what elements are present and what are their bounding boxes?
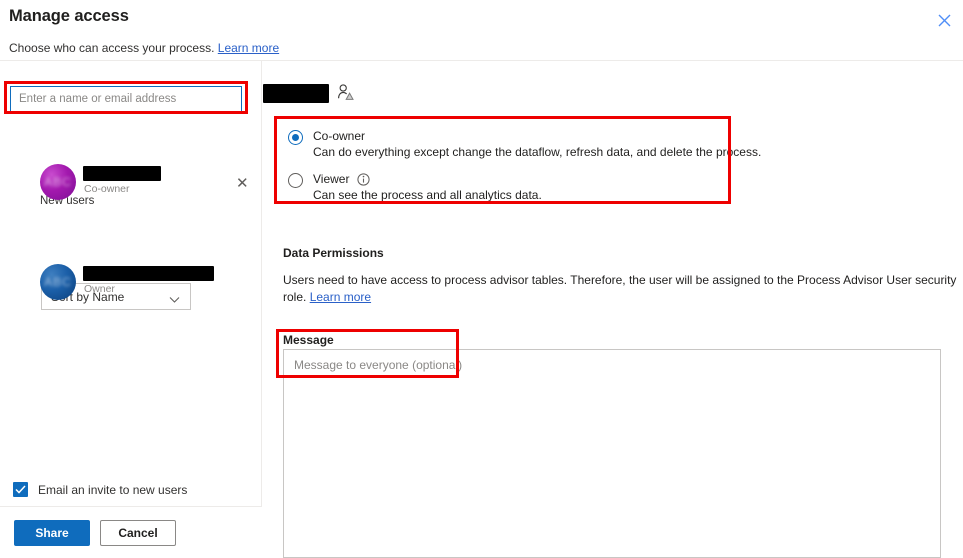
dialog-actions: Share Cancel	[14, 520, 176, 546]
avatar-initials: ABC	[44, 275, 72, 289]
data-permissions-body: Users need to have access to process adv…	[283, 272, 962, 306]
avatar: ABC	[40, 264, 76, 300]
remove-user-button[interactable]: ✕	[236, 176, 249, 191]
data-permissions-title: Data Permissions	[283, 246, 384, 260]
redacted-user-name	[83, 166, 161, 181]
share-button[interactable]: Share	[14, 520, 90, 546]
permission-description: Can see the process and all analytics da…	[313, 188, 542, 202]
list-item[interactable]: ABC Co-owner ✕	[40, 164, 255, 204]
redacted-target-name	[263, 84, 329, 103]
person-warning-icon	[337, 84, 354, 106]
search-input[interactable]	[10, 86, 242, 112]
radio-co-owner[interactable]	[288, 130, 303, 145]
message-textarea[interactable]	[283, 349, 941, 558]
subtitle-text: Choose who can access your process.	[9, 41, 215, 55]
user-role: Owner	[84, 283, 115, 295]
avatar-initials: ABC	[44, 175, 72, 189]
left-panel: New users ABC Co-owner ✕ Sort by Name AB…	[0, 61, 262, 473]
message-label: Message	[283, 333, 334, 347]
email-invite-checkbox[interactable]: Email an invite to new users	[13, 482, 187, 497]
email-invite-label: Email an invite to new users	[38, 482, 188, 497]
page-title: Manage access	[9, 7, 129, 25]
dialog-header: Manage access Choose who can access your…	[0, 0, 963, 61]
permission-title: Viewer	[313, 172, 350, 186]
data-permissions-text: Users need to have access to process adv…	[283, 273, 957, 304]
data-permissions-learn-more-link[interactable]: Learn more	[310, 290, 371, 304]
user-role: Co-owner	[84, 183, 130, 195]
right-panel: Co-owner Can do everything except change…	[263, 61, 963, 558]
permission-title: Co-owner	[313, 129, 366, 143]
checkbox-box[interactable]	[13, 482, 28, 497]
left-footer: Email an invite to new users	[0, 473, 262, 507]
permission-description: Can do everything except change the data…	[313, 145, 762, 159]
permission-options-group: Co-owner Can do everything except change…	[274, 115, 761, 203]
avatar: ABC	[40, 164, 76, 200]
cancel-button[interactable]: Cancel	[100, 520, 176, 546]
list-item[interactable]: ABC Owner	[40, 264, 255, 304]
header-learn-more-link[interactable]: Learn more	[218, 41, 279, 55]
close-icon[interactable]	[933, 9, 955, 31]
radio-viewer[interactable]	[288, 173, 303, 188]
subtitle: Choose who can access your process. Lear…	[9, 41, 279, 55]
redacted-user-name	[83, 266, 214, 281]
